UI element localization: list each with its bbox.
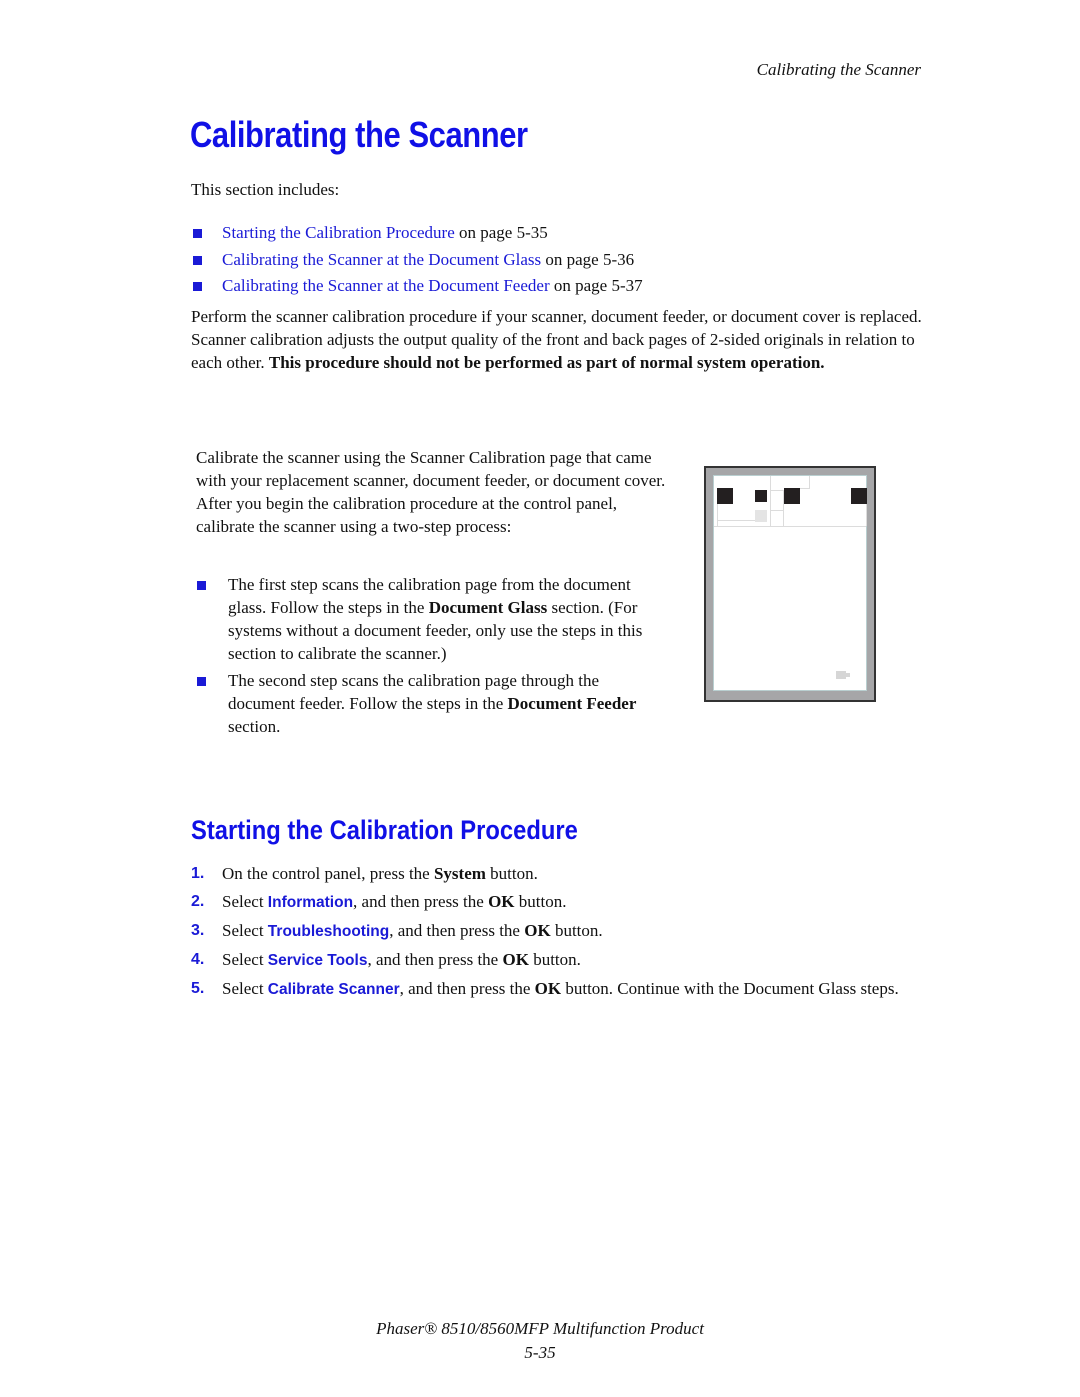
section-toc: Starting the Calibration Procedure on pa… xyxy=(191,220,643,300)
step-number: 2. xyxy=(191,893,205,910)
calibration-sheet xyxy=(713,475,867,691)
step-text: , and then press the xyxy=(399,979,535,998)
calibration-target-square xyxy=(851,488,867,504)
procedure-step: 4. Select Service Tools, and then press … xyxy=(191,948,911,972)
square-bullet-icon xyxy=(197,677,206,686)
perform-warning: This procedure should not be performed a… xyxy=(268,353,825,372)
list-item: The second step scans the calibration pa… xyxy=(196,669,666,738)
procedure-steps: 1. On the control panel, press the Syste… xyxy=(191,862,911,1006)
button-name: OK xyxy=(524,921,551,940)
step-text: Select xyxy=(222,979,268,998)
menu-item-name: Troubleshooting xyxy=(267,923,390,940)
toc-page-ref: on page 5-35 xyxy=(454,223,548,242)
divider-line xyxy=(717,520,756,521)
step-text: button. xyxy=(550,921,603,940)
toc-page-ref: on page 5-36 xyxy=(541,249,635,269)
footer-page-number: 5-35 xyxy=(524,1343,556,1362)
page-title: Calibrating the Scanner xyxy=(190,114,528,155)
toc-link-starting-procedure[interactable]: Starting the Calibration Procedure xyxy=(222,223,455,242)
step-text: Select xyxy=(222,921,268,940)
footer-product: Phaser® 8510/8560MFP Multifunction Produ… xyxy=(376,1319,704,1338)
step-text: , and then press the xyxy=(389,921,525,940)
calibration-target-square xyxy=(784,488,800,504)
step-text: button. xyxy=(528,950,581,969)
step-text: section. xyxy=(228,717,281,736)
divider-line xyxy=(770,476,771,526)
two-step-list: The first step scans the calibration pag… xyxy=(196,573,666,742)
button-name: OK xyxy=(488,892,515,911)
calibration-page-figure xyxy=(704,466,876,702)
step-text: button. Continue with the Document Glass… xyxy=(561,979,899,998)
square-bullet-icon xyxy=(193,282,202,291)
gray-patch xyxy=(755,510,767,522)
section-heading: Starting the Calibration Procedure xyxy=(191,815,578,845)
procedure-step: 5. Select Calibrate Scanner, and then pr… xyxy=(191,977,911,1001)
feed-arrow-tip xyxy=(844,673,850,677)
step-number: 1. xyxy=(191,865,205,882)
step-bold: Document Glass xyxy=(428,598,548,617)
procedure-step: 1. On the control panel, press the Syste… xyxy=(191,862,911,885)
step-text: Select xyxy=(222,892,268,911)
toc-link-document-glass[interactable]: Calibrating the Scanner at the Document … xyxy=(222,250,541,269)
divider-line xyxy=(809,476,810,488)
step-text: On the control panel, press the xyxy=(222,864,434,883)
step-number: 4. xyxy=(191,951,205,968)
toc-item: Calibrating the Scanner at the Document … xyxy=(191,273,643,300)
menu-item-name: Calibrate Scanner xyxy=(267,981,400,998)
divider-line xyxy=(770,490,784,491)
step-text: Select xyxy=(222,950,268,969)
step-number: 3. xyxy=(191,922,205,939)
calibration-target-square xyxy=(755,490,767,502)
button-name: OK xyxy=(534,979,562,998)
toc-page-ref: on page 5-37 xyxy=(549,276,643,295)
toc-link-document-feeder[interactable]: Calibrating the Scanner at the Document … xyxy=(222,276,550,295)
menu-item-name: Service Tools xyxy=(267,952,368,969)
square-bullet-icon xyxy=(197,581,206,590)
calibration-target-square xyxy=(717,488,733,504)
calibrate-paragraph: Calibrate the scanner using the Scanner … xyxy=(196,448,666,536)
procedure-step: 3. Select Troubleshooting, and then pres… xyxy=(191,919,911,943)
step-text: , and then press the xyxy=(353,892,489,911)
step-text: , and then press the xyxy=(367,950,503,969)
running-header: Calibrating the Scanner xyxy=(756,60,921,79)
toc-item: Starting the Calibration Procedure on pa… xyxy=(191,220,643,247)
square-bullet-icon xyxy=(193,229,202,238)
button-name: OK xyxy=(502,950,529,969)
list-item: The first step scans the calibration pag… xyxy=(196,573,666,665)
divider-line xyxy=(714,526,866,527)
divider-line xyxy=(866,504,867,526)
step-text: button. xyxy=(514,892,567,911)
step-number: 5. xyxy=(191,980,205,997)
square-bullet-icon xyxy=(193,255,202,265)
step-bold: Document Feeder xyxy=(507,694,637,713)
perform-paragraph: Perform the scanner calibration procedur… xyxy=(191,305,926,374)
button-name: System xyxy=(433,864,486,883)
procedure-step: 2. Select Information, and then press th… xyxy=(191,890,911,914)
step-text: button. xyxy=(485,864,538,883)
toc-item: Calibrating the Scanner at the Document … xyxy=(191,247,643,274)
divider-line xyxy=(770,510,784,511)
intro-text: This section includes: xyxy=(191,180,340,199)
menu-item-name: Information xyxy=(267,894,354,911)
